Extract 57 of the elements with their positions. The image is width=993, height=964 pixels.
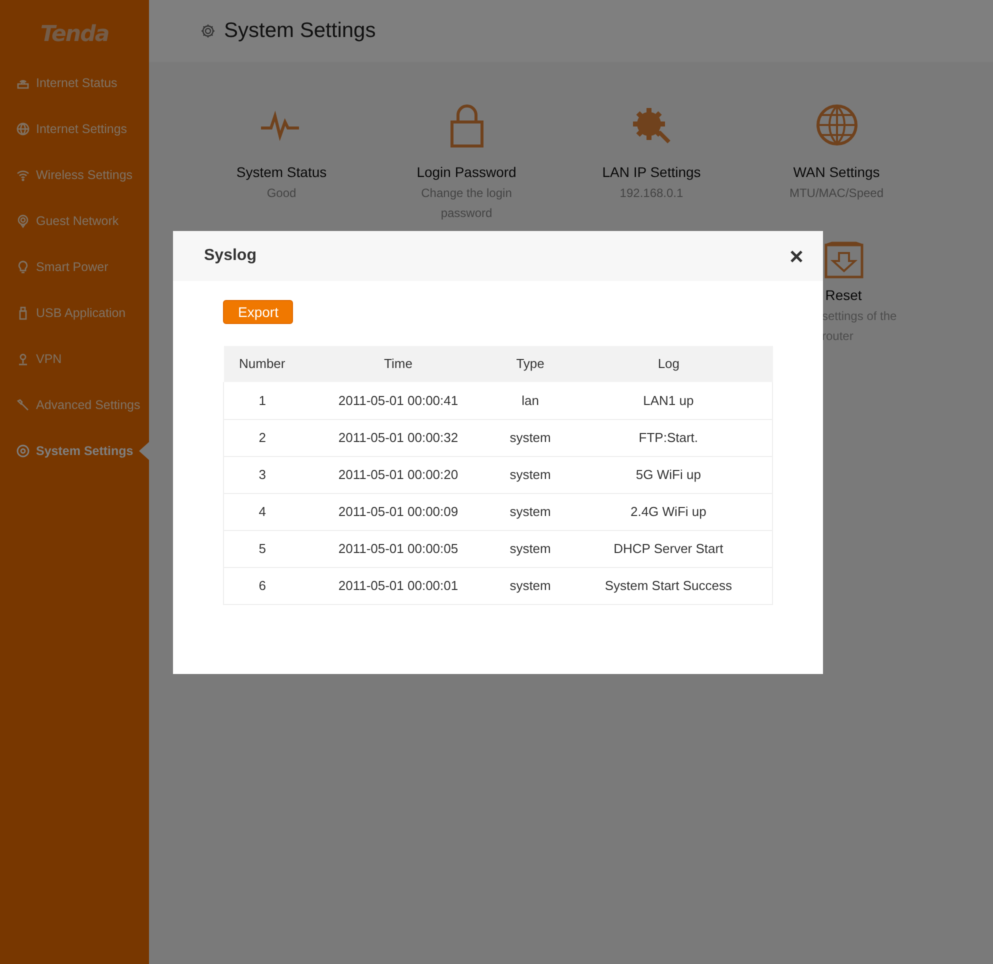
table-cell: FTP:Start. [564, 419, 772, 456]
table-cell: 2011-05-01 00:00:41 [300, 382, 496, 419]
table-cell: DHCP Server Start [564, 530, 772, 567]
table-cell: system [496, 419, 565, 456]
card-title[interactable]: Login Password [374, 162, 559, 183]
table-cell: 3 [224, 456, 301, 493]
table-cell: 2011-05-01 00:00:32 [300, 419, 496, 456]
table-cell: 5G WiFi up [564, 456, 772, 493]
column-header: Time [300, 346, 496, 382]
person-icon [16, 352, 30, 366]
card-title[interactable]: WAN Settings [744, 162, 929, 183]
logo: Tenda [39, 21, 110, 49]
table-cell: system [496, 493, 565, 530]
table-cell: 2011-05-01 00:00:05 [300, 530, 496, 567]
sidebar-item[interactable]: VPN [0, 336, 149, 382]
sidebar-item[interactable]: Internet Settings [0, 106, 149, 152]
table-cell: 2011-05-01 00:00:09 [300, 493, 496, 530]
gear-icon [16, 444, 30, 458]
table-cell: 4 [224, 493, 301, 530]
table-cell: System Start Success [564, 567, 772, 604]
table-cell: lan [496, 382, 565, 419]
table-cell: system [496, 567, 565, 604]
location-pin-icon [16, 214, 30, 228]
table-cell: 1 [224, 382, 301, 419]
dialog-title: Syslog [204, 246, 256, 266]
table-cell: 6 [224, 567, 301, 604]
sidebar-item[interactable]: Smart Power [0, 244, 149, 290]
table-cell: 2.4G WiFi up [564, 493, 772, 530]
card-title[interactable]: LAN IP Settings [559, 162, 744, 183]
sidebar-item[interactable]: System Settings [0, 428, 149, 474]
table-cell: 2011-05-01 00:00:20 [300, 456, 496, 493]
table-cell: 2011-05-01 00:00:01 [300, 567, 496, 604]
sidebar-item[interactable]: Wireless Settings [0, 152, 149, 198]
table-cell: 2 [224, 419, 301, 456]
page-title: System Settings [224, 18, 376, 44]
sidebar-item[interactable]: Internet Status [0, 60, 149, 106]
wrench-icon [16, 398, 30, 412]
gear-icon [200, 23, 216, 39]
table-cell: system [496, 530, 565, 567]
column-header: Number [224, 346, 301, 382]
export-button[interactable]: Export [223, 300, 294, 324]
active-pointer [139, 442, 149, 460]
sidebar-item[interactable]: USB Application [0, 290, 149, 336]
table-cell: 5 [224, 530, 301, 567]
sidebar-item[interactable]: Advanced Settings [0, 382, 149, 428]
column-header: Log [564, 346, 772, 382]
table-cell: system [496, 456, 565, 493]
globe-icon [16, 122, 30, 136]
card-title[interactable]: System Status [189, 162, 374, 183]
column-header: Type [496, 346, 565, 382]
bulb-icon [16, 260, 30, 274]
globe-icon[interactable] [814, 102, 860, 148]
wifi-icon [16, 168, 30, 182]
download-box-icon[interactable] [822, 241, 864, 279]
table-cell: LAN1 up [564, 382, 772, 419]
sidebar-item[interactable]: Guest Network [0, 198, 149, 244]
close-icon[interactable] [790, 250, 803, 262]
